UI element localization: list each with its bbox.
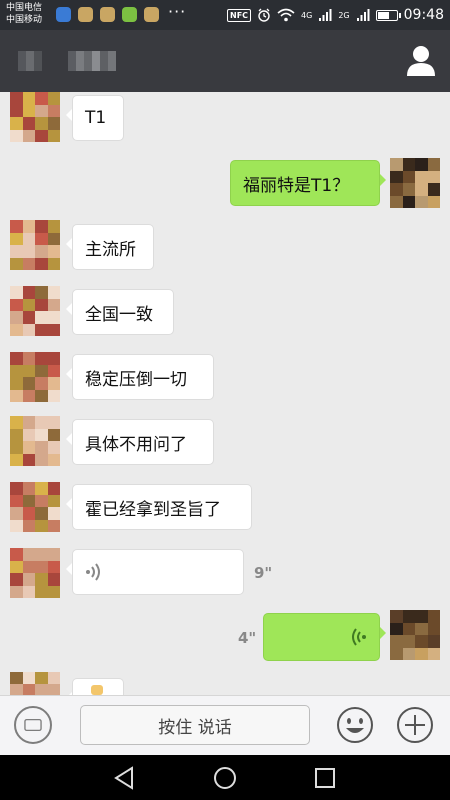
sender-avatar[interactable] — [10, 220, 60, 270]
voice-message-outgoing[interactable] — [263, 613, 386, 661]
network-4g-label: 4G — [301, 10, 313, 20]
notification-app-icon — [100, 7, 115, 22]
nfc-icon: NFC — [227, 8, 252, 22]
wifi-icon — [277, 8, 295, 22]
sender-avatar[interactable] — [10, 416, 60, 466]
hold-to-talk-label: 按住 说话 — [158, 717, 232, 738]
carrier-1-label: 中国电信 — [6, 3, 43, 13]
message-bubble-incoming[interactable]: 主流所 — [66, 224, 154, 270]
sender-avatar[interactable] — [10, 352, 60, 402]
network-2g-label: 2G — [338, 10, 350, 20]
input-bar: 按住 说话 — [0, 695, 450, 755]
message-text: 稳定压倒一切 — [85, 369, 187, 390]
signal-icon — [319, 9, 332, 21]
carrier-2-label: 中国移动 — [6, 15, 43, 25]
battery-level — [377, 11, 389, 19]
person-icon[interactable] — [406, 44, 436, 78]
more-notifications-icon: ··· — [168, 2, 187, 21]
voice-wave-icon — [352, 628, 366, 646]
keyboard-voice-icon[interactable] — [14, 706, 52, 744]
signal-icon — [356, 9, 370, 21]
message-text: 福丽特是T1？ — [243, 175, 350, 196]
system-nav-bar — [0, 755, 450, 800]
status-bar: 中国电信 中国移动 ··· NFC 4G 2G 09:48 — [0, 0, 450, 30]
back-area-pixelated[interactable] — [18, 51, 42, 71]
sender-avatar[interactable] — [10, 286, 60, 336]
message-bubble-incoming[interactable] — [66, 678, 124, 704]
message-bubble-outgoing[interactable]: 福丽特是T1？ — [230, 160, 386, 206]
hold-to-talk-button[interactable]: 按住 说话 — [80, 705, 310, 745]
message-bubble-incoming[interactable]: 霍已经拿到圣旨了 — [66, 484, 252, 530]
message-text: 霍已经拿到圣旨了 — [85, 499, 221, 520]
sender-avatar[interactable] — [10, 92, 60, 142]
chat-title-pixelated — [68, 51, 116, 71]
voice-wave-icon — [86, 563, 100, 581]
sender-avatar[interactable] — [10, 672, 60, 695]
message-bubble-incoming[interactable]: 全国一致 — [66, 289, 174, 335]
alarm-icon — [258, 8, 270, 22]
voice-message-incoming[interactable] — [66, 549, 244, 595]
message-text: T1 — [85, 108, 107, 128]
message-text: 具体不用问了 — [85, 434, 187, 455]
voice-duration: 4" — [238, 629, 257, 647]
message-bubble-incoming[interactable]: 具体不用问了 — [66, 419, 214, 465]
clock: 09:48 — [403, 7, 444, 23]
self-avatar[interactable] — [390, 610, 440, 660]
notification-app-icon — [78, 7, 93, 22]
status-indicators: NFC 4G 2G 09:48 — [227, 6, 444, 24]
message-bubble-incoming[interactable]: 稳定压倒一切 — [66, 354, 214, 400]
voice-duration: 9" — [254, 564, 273, 582]
chat-title-bar — [0, 30, 450, 92]
sender-avatar[interactable] — [10, 482, 60, 532]
message-text: 全国一致 — [85, 304, 153, 325]
circle-home-icon[interactable] — [210, 763, 240, 793]
sender-avatar[interactable] — [10, 548, 60, 598]
notification-app-icon — [56, 7, 71, 22]
emoji-partial-icon — [91, 685, 103, 695]
carrier-labels: 中国电信 中国移动 — [6, 2, 42, 26]
smiley-icon[interactable] — [336, 706, 374, 744]
plus-circle-icon[interactable] — [396, 706, 434, 744]
square-recents-icon[interactable] — [310, 763, 340, 793]
triangle-back-icon[interactable] — [110, 763, 140, 793]
message-bubble-incoming[interactable]: T1 — [66, 95, 124, 141]
message-text: 主流所 — [85, 239, 136, 260]
notification-app-icon — [144, 7, 159, 22]
self-avatar[interactable] — [390, 158, 440, 208]
notification-app-icon — [122, 7, 137, 22]
battery-icon — [375, 9, 401, 21]
